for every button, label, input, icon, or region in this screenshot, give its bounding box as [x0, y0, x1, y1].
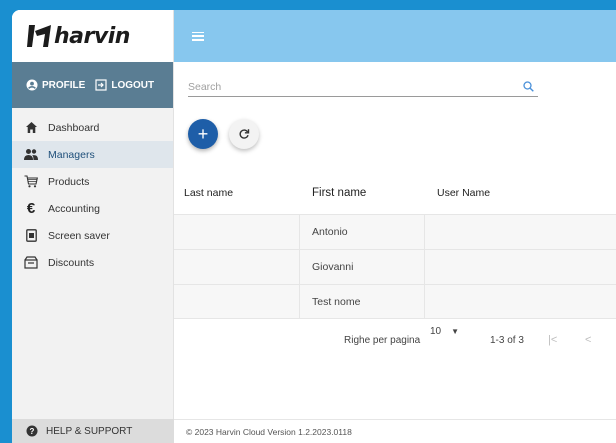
cell-first-name: Giovanni: [300, 250, 425, 284]
main-content: + Last name First name User Name Antonio: [174, 62, 616, 419]
column-header-user-name[interactable]: User Name: [425, 187, 490, 199]
rows-per-page-value: 10: [430, 326, 442, 337]
footer: © 2023 Harvin Cloud Version 1.2.2023.011…: [174, 419, 616, 443]
managers-table: Last name First name User Name Antonio G…: [174, 172, 616, 319]
cell-user-name: [425, 250, 616, 284]
sidebar-item-label: Discounts: [48, 256, 95, 269]
logout-button[interactable]: LOGOUT: [95, 79, 154, 91]
table-row[interactable]: Test nome: [174, 284, 616, 319]
sidebar-item-dashboard[interactable]: Dashboard: [12, 114, 173, 141]
cart-icon: [24, 175, 38, 189]
sidebar-item-screen-saver[interactable]: Screen saver: [12, 222, 173, 249]
table-header: Last name First name User Name: [174, 172, 616, 214]
sidebar-item-label: Managers: [48, 148, 95, 161]
footer-version: © 2023 Harvin Cloud Version 1.2.2023.011…: [186, 426, 352, 437]
pagination: Righe per pagina 10 ▼ 1-3 of 3 |< < >: [174, 320, 616, 360]
page-range: 1-3 of 3: [490, 334, 524, 346]
sidebar-nav: Dashboard Managers Products € Accounting: [12, 108, 173, 276]
screen-icon: [24, 229, 38, 243]
plus-icon: +: [197, 123, 209, 144]
brand-name: harvin: [54, 23, 130, 49]
rows-per-page-select[interactable]: 10 ▼: [430, 326, 459, 337]
search-icon[interactable]: [523, 81, 534, 92]
chevron-left-icon: <: [585, 334, 592, 346]
sidebar-item-products[interactable]: Products: [12, 168, 173, 195]
sidebar-item-label: Screen saver: [48, 229, 110, 242]
cell-first-name: Antonio: [300, 215, 425, 249]
column-header-last-name[interactable]: Last name: [174, 187, 300, 199]
refresh-icon: [239, 129, 250, 139]
prev-page-button[interactable]: <: [585, 334, 591, 346]
app-window: harvin PROFILE LOGOUT Dashboard Managers…: [12, 10, 616, 443]
caret-down-icon: ▼: [451, 327, 460, 336]
cell-user-name: [425, 285, 616, 318]
top-bar: [174, 10, 616, 62]
add-button[interactable]: +: [188, 119, 218, 149]
refresh-button[interactable]: [229, 119, 259, 149]
cell-user-name: [425, 215, 616, 249]
first-page-icon: |<: [548, 334, 558, 346]
help-icon: ?: [26, 425, 38, 437]
logout-label: LOGOUT: [111, 79, 155, 91]
help-support-button[interactable]: ? HELP & SUPPORT: [12, 419, 174, 443]
sidebar-item-accounting[interactable]: € Accounting: [12, 195, 173, 222]
menu-icon[interactable]: [192, 31, 204, 41]
sidebar-item-label: Products: [48, 175, 90, 188]
profile-bar: PROFILE LOGOUT: [12, 62, 173, 108]
logout-icon: [95, 79, 107, 91]
cell-last-name: [174, 285, 300, 318]
account-circle-icon: [26, 79, 38, 91]
sidebar-item-discounts[interactable]: Discounts: [12, 249, 173, 276]
sidebar-item-managers[interactable]: Managers: [12, 141, 173, 168]
store-icon: [24, 256, 38, 270]
cell-first-name: Test nome: [300, 285, 425, 318]
profile-button[interactable]: PROFILE: [26, 79, 85, 91]
euro-icon: €: [26, 200, 36, 217]
sidebar: harvin PROFILE LOGOUT Dashboard Managers…: [12, 10, 174, 443]
logo: harvin: [12, 10, 173, 62]
sidebar-item-label: Accounting: [48, 202, 100, 215]
table-row[interactable]: Antonio: [174, 214, 616, 249]
search-bar: [188, 77, 538, 97]
cell-last-name: [174, 250, 300, 284]
help-label: HELP & SUPPORT: [46, 425, 133, 437]
profile-label: PROFILE: [42, 79, 86, 91]
harvin-logo-mark: [26, 23, 52, 49]
table-row[interactable]: Giovanni: [174, 249, 616, 284]
first-page-button[interactable]: |<: [548, 334, 557, 346]
table-body: Antonio Giovanni Test nome: [174, 214, 616, 319]
search-input[interactable]: [188, 80, 488, 93]
sidebar-item-label: Dashboard: [48, 121, 100, 134]
svg-text:?: ?: [30, 427, 35, 436]
rows-per-page-label: Righe per pagina: [344, 334, 421, 346]
cell-last-name: [174, 215, 300, 249]
column-header-first-name[interactable]: First name: [300, 187, 425, 199]
home-icon: [24, 121, 38, 135]
users-icon: [24, 148, 38, 162]
